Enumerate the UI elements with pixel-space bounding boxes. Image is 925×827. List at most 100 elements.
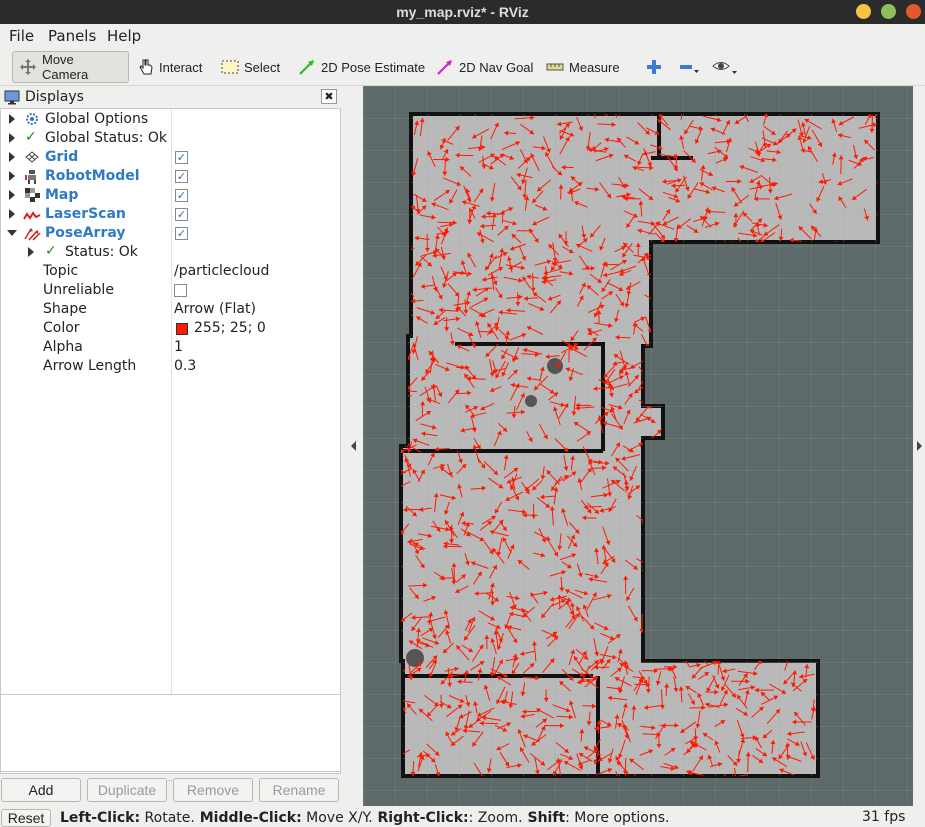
tree-item-label: PoseArray: [45, 224, 126, 243]
robotmodel-enabled-checkbox[interactable]: ✓: [175, 170, 188, 183]
tree-item-label: Global Options: [45, 110, 148, 129]
ruler-icon: [546, 62, 564, 72]
prop-row-shape[interactable]: Shape Arrow (Flat): [1, 300, 341, 319]
tree-item-laserscan[interactable]: LaserScan ✓: [1, 205, 341, 224]
prop-row-arrow-length[interactable]: Arrow Length 0.3: [1, 357, 341, 376]
pose-estimate-tool[interactable]: 2D Pose Estimate: [292, 51, 431, 83]
laserscan-icon: [23, 209, 41, 225]
tree-item-label: Grid: [45, 148, 78, 167]
prop-row-unreliable[interactable]: Unreliable: [1, 281, 341, 300]
prop-name: Alpha: [43, 338, 83, 357]
displays-tree: Global Options ✓ Global Status: Ok Grid …: [0, 108, 341, 774]
prop-name: Arrow Length: [43, 357, 136, 376]
laserscan-enabled-checkbox[interactable]: ✓: [175, 208, 188, 221]
minus-icon: [678, 59, 700, 75]
interact-label: Interact: [159, 60, 202, 75]
rename-button[interactable]: Rename: [259, 778, 339, 802]
hand-cursor-icon: [138, 58, 154, 76]
prop-name: Shape: [43, 300, 87, 319]
expand-arrow-icon[interactable]: [28, 247, 34, 257]
tree-item-posearray[interactable]: PoseArray ✓: [1, 224, 341, 243]
prop-value-color[interactable]: 255; 25; 0: [194, 319, 266, 338]
close-panel-icon[interactable]: ✖: [321, 89, 337, 104]
interact-tool[interactable]: Interact: [132, 51, 208, 83]
prop-value-arrow-length[interactable]: 0.3: [174, 357, 196, 376]
left-splitter[interactable]: [343, 86, 363, 806]
menu-panels[interactable]: Panels: [48, 27, 96, 45]
move-camera-tool[interactable]: Move Camera: [12, 51, 129, 83]
nav-goal-tool[interactable]: 2D Nav Goal: [430, 51, 539, 83]
tree-item-robotmodel[interactable]: RobotModel ✓: [1, 167, 341, 186]
window-titlebar: my_map.rviz* - RViz: [0, 0, 925, 24]
tree-item-global-status[interactable]: ✓ Global Status: Ok: [1, 129, 341, 148]
collapse-arrow-icon[interactable]: [7, 230, 17, 236]
expand-arrow-icon[interactable]: [9, 171, 15, 181]
prop-value-alpha[interactable]: 1: [174, 338, 183, 357]
status-hint: Left-Click: Rotate. Middle-Click: Move X…: [60, 810, 669, 826]
measure-tool[interactable]: Measure: [540, 51, 626, 83]
collapse-right-icon[interactable]: [917, 441, 922, 451]
fps-counter: 31 fps: [862, 809, 905, 825]
plus-icon: [646, 59, 662, 75]
nav-goal-label: 2D Nav Goal: [459, 60, 533, 75]
tree-item-map[interactable]: Map ✓: [1, 186, 341, 205]
tree-item-grid[interactable]: Grid ✓: [1, 148, 341, 167]
duplicate-button[interactable]: Duplicate: [87, 778, 167, 802]
pose-estimate-label: 2D Pose Estimate: [321, 60, 425, 75]
posearray-enabled-checkbox[interactable]: ✓: [175, 227, 188, 240]
expand-arrow-icon[interactable]: [9, 152, 15, 162]
map-icon: [25, 188, 40, 206]
prop-value-shape[interactable]: Arrow (Flat): [174, 300, 256, 319]
reset-button[interactable]: Reset: [1, 809, 51, 827]
map-render[interactable]: [363, 86, 913, 806]
grid-icon: [25, 151, 39, 167]
status-label: Status: Ok: [65, 243, 138, 262]
posearray-status-row[interactable]: ✓ Status: Ok: [1, 243, 341, 262]
view-menu-button[interactable]: [706, 51, 749, 83]
prop-row-color[interactable]: Color 255; 25; 0: [1, 319, 341, 338]
grid-enabled-checkbox[interactable]: ✓: [175, 151, 188, 164]
menu-file[interactable]: File: [9, 27, 34, 45]
eye-icon: [712, 59, 738, 75]
prop-row-alpha[interactable]: Alpha 1: [1, 338, 341, 357]
move-camera-label: Move Camera: [42, 52, 122, 82]
tree-item-label: LaserScan: [45, 205, 126, 224]
prop-name: Color: [43, 319, 80, 338]
expand-arrow-icon[interactable]: [9, 114, 15, 124]
expand-arrow-icon[interactable]: [9, 209, 15, 219]
menubar: File Panels Help: [0, 24, 925, 48]
window-title: my_map.rviz* - RViz: [396, 4, 529, 20]
prop-value-topic[interactable]: /particlecloud: [174, 262, 269, 281]
add-button[interactable]: Add: [1, 778, 81, 802]
maximize-button[interactable]: [881, 4, 896, 19]
expand-arrow-icon[interactable]: [9, 133, 15, 143]
minimize-button[interactable]: [856, 4, 871, 19]
add-tool-button[interactable]: [640, 51, 673, 83]
toolbar: Move Camera Interact Select 2D Pose Esti…: [0, 48, 925, 86]
unreliable-checkbox[interactable]: [174, 284, 187, 297]
tree-item-label: RobotModel: [45, 167, 140, 186]
displays-header: Displays ✖: [0, 86, 342, 108]
check-ok-icon: ✓: [25, 129, 37, 145]
select-tool[interactable]: Select: [215, 51, 286, 83]
render-viewport[interactable]: [363, 86, 913, 806]
check-ok-icon: ✓: [45, 243, 57, 259]
status-bar: Reset Left-Click: Rotate. Middle-Click: …: [0, 806, 925, 825]
displays-panel: Displays ✖ Global Options ✓ Global Statu…: [0, 86, 342, 806]
prop-row-topic[interactable]: Topic /particlecloud: [1, 262, 341, 281]
collapse-left-icon[interactable]: [351, 441, 356, 451]
tree-item-global-options[interactable]: Global Options: [1, 110, 341, 129]
remove-button[interactable]: Remove: [173, 778, 253, 802]
move-camera-icon: [19, 58, 37, 76]
right-splitter[interactable]: [913, 86, 925, 806]
menu-help[interactable]: Help: [107, 27, 141, 45]
tree-item-label: Global Status: Ok: [45, 129, 167, 148]
map-enabled-checkbox[interactable]: ✓: [175, 189, 188, 202]
select-box-icon: [221, 60, 239, 74]
select-label: Select: [244, 60, 280, 75]
color-swatch[interactable]: [176, 323, 188, 335]
expand-arrow-icon[interactable]: [9, 190, 15, 200]
green-arrow-icon: [298, 59, 316, 75]
prop-name: Topic: [43, 262, 78, 281]
close-button[interactable]: [906, 4, 921, 19]
